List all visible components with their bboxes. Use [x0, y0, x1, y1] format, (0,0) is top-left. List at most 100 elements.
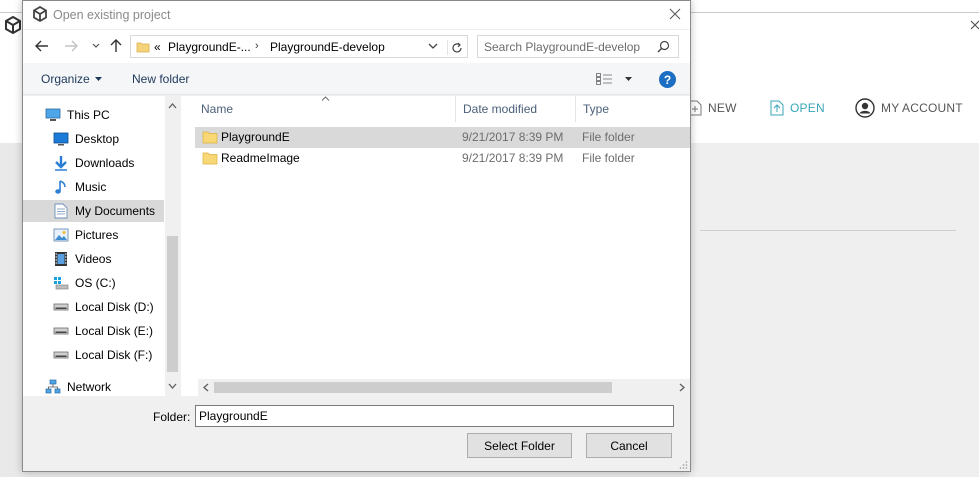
open-project-label: OPEN: [790, 101, 825, 115]
help-label: ?: [663, 72, 672, 87]
dialog-title: Open existing project: [53, 8, 171, 22]
new-folder-label: New folder: [132, 72, 190, 86]
file-list: Name Date modified Type PlaygroundE 9/21…: [181, 96, 690, 396]
pictures-icon: [53, 227, 69, 243]
tree-item-my-documents[interactable]: My Documents: [23, 200, 164, 222]
tree-item-pictures[interactable]: Pictures: [53, 224, 118, 246]
tree-item-desktop[interactable]: Desktop: [53, 128, 119, 150]
my-account-button[interactable]: MY ACCOUNT: [855, 96, 963, 120]
address-bar[interactable]: « PlaygroundE-... › PlaygroundE-develop: [130, 35, 468, 58]
open-project-button[interactable]: OPEN: [770, 96, 825, 120]
refresh-icon: [452, 42, 462, 52]
column-header-label: Name: [201, 102, 234, 116]
tree-item-label: Local Disk (D:): [75, 300, 154, 314]
scrollbar-thumb[interactable]: [214, 382, 612, 393]
tree-item-music[interactable]: Music: [53, 176, 106, 198]
scroll-right-icon[interactable]: [674, 379, 690, 396]
navigation-pane: This PC Desktop Downloads Music My Docum…: [23, 96, 178, 396]
folder-icon: [136, 42, 150, 53]
music-icon: [53, 179, 69, 195]
tree-item-label: Local Disk (E:): [75, 324, 154, 338]
recent-locations-button[interactable]: [88, 38, 104, 54]
file-type: File folder: [582, 151, 635, 165]
view-options-button[interactable]: [596, 73, 632, 85]
breadcrumb-overflow[interactable]: «: [154, 40, 161, 54]
navigation-scrollbar[interactable]: [165, 96, 180, 396]
downloads-icon: [53, 155, 69, 171]
cancel-button[interactable]: Cancel: [586, 433, 672, 458]
details-view-icon: [596, 73, 612, 85]
help-button[interactable]: ?: [659, 71, 676, 88]
up-button[interactable]: [108, 38, 124, 54]
tree-item-label: Downloads: [75, 156, 135, 170]
scroll-down-icon[interactable]: [165, 378, 180, 394]
file-row[interactable]: ReadmeImage 9/21/2017 8:39 PM File folde…: [195, 148, 690, 169]
navigation-bar: « PlaygroundE-... › PlaygroundE-develop: [23, 30, 690, 63]
address-dropdown-icon[interactable]: [428, 42, 438, 50]
column-header-label: Date modified: [463, 102, 538, 116]
select-folder-button[interactable]: Select Folder: [467, 433, 572, 458]
dialog-titlebar[interactable]: Open existing project: [23, 1, 690, 29]
file-date: 9/21/2017 8:39 PM: [462, 151, 564, 165]
sort-ascending-icon: [321, 93, 330, 103]
file-type: File folder: [582, 130, 635, 144]
folder-label: Folder:: [153, 410, 191, 424]
column-header-label: Type: [583, 102, 610, 116]
tree-item-label: Videos: [75, 252, 112, 266]
pc-icon: [45, 107, 61, 123]
tree-item-disk-e[interactable]: Local Disk (E:): [53, 320, 153, 342]
file-list-scrollbar[interactable]: [198, 379, 690, 396]
network-icon: [45, 379, 61, 395]
tree-item-downloads[interactable]: Downloads: [53, 152, 134, 174]
new-project-button[interactable]: NEW: [688, 96, 737, 120]
breadcrumb-parent[interactable]: PlaygroundE-...: [168, 40, 251, 54]
scroll-left-icon[interactable]: [198, 379, 214, 396]
folder-input[interactable]: [195, 405, 674, 427]
close-icon[interactable]: [668, 7, 682, 21]
breadcrumb-separator-icon[interactable]: ›: [255, 40, 259, 52]
file-row[interactable]: PlaygroundE 9/21/2017 8:39 PM File folde…: [195, 127, 690, 148]
refresh-button[interactable]: [447, 40, 466, 55]
background-project-panel: [690, 143, 979, 477]
column-header-name[interactable]: Name: [181, 96, 456, 122]
column-header-date[interactable]: Date modified: [456, 96, 576, 122]
tree-item-label: My Documents: [75, 204, 156, 218]
tree-item-label: OS (C:): [75, 276, 116, 290]
scrollbar-thumb[interactable]: [167, 236, 178, 372]
tree-item-os-drive[interactable]: OS (C:): [53, 272, 116, 294]
file-date: 9/21/2017 8:39 PM: [462, 130, 564, 144]
unity-icon: [33, 6, 47, 22]
column-header-type[interactable]: Type: [576, 96, 690, 122]
tree-item-network[interactable]: Network: [45, 376, 111, 398]
open-file-icon: [770, 100, 784, 116]
breadcrumb-current[interactable]: PlaygroundE-develop: [270, 40, 385, 54]
search-input[interactable]: [484, 39, 654, 55]
account-icon: [855, 98, 875, 118]
search-icon[interactable]: [657, 40, 670, 53]
folder-icon: [202, 131, 218, 144]
new-folder-button[interactable]: New folder: [132, 72, 189, 86]
desktop-icon: [53, 131, 69, 147]
forward-button[interactable]: [63, 38, 79, 54]
chevron-down-icon: [92, 43, 100, 48]
chevron-down-icon: [94, 76, 102, 81]
documents-icon: [53, 203, 69, 219]
folder-icon: [202, 152, 218, 165]
scroll-up-icon[interactable]: [165, 98, 180, 114]
tree-item-disk-f[interactable]: Local Disk (F:): [53, 344, 152, 366]
resize-grip-icon[interactable]: [678, 460, 688, 470]
tree-item-disk-d[interactable]: Local Disk (D:): [53, 296, 154, 318]
organize-menu[interactable]: Organize: [41, 72, 102, 86]
back-button[interactable]: [34, 38, 50, 54]
tree-item-videos[interactable]: Videos: [53, 248, 111, 270]
forward-arrow-icon: [65, 40, 78, 52]
tree-item-this-pc[interactable]: This PC: [45, 104, 110, 126]
open-project-dialog: Open existing project « PlaygroundE-... …: [22, 0, 691, 472]
tree-item-label: Local Disk (F:): [75, 348, 153, 362]
background-close-icon[interactable]: [970, 20, 979, 30]
file-name: PlaygroundE: [221, 130, 290, 144]
command-toolbar: Organize New folder ?: [23, 63, 690, 95]
search-box[interactable]: [477, 35, 679, 58]
disk-icon: [53, 323, 69, 339]
os-drive-icon: [53, 275, 69, 291]
